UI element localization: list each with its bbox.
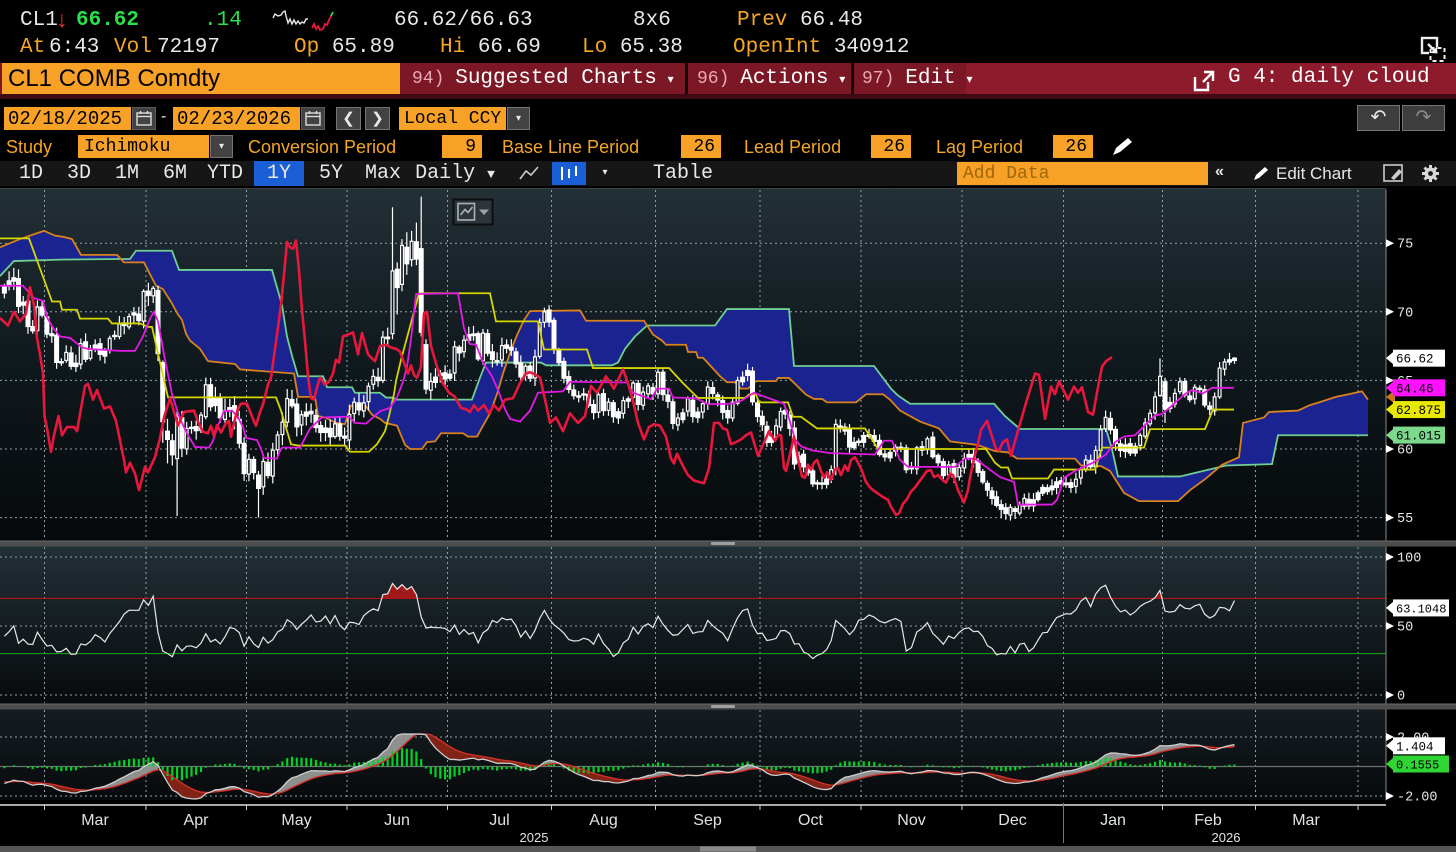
- svg-text:1.404: 1.404: [1396, 740, 1434, 754]
- svg-text:0.1555: 0.1555: [1396, 759, 1439, 773]
- svg-text:50: 50: [1397, 621, 1413, 636]
- svg-text:55: 55: [1397, 512, 1413, 527]
- svg-text:66.62: 66.62: [1396, 353, 1434, 367]
- svg-text:60: 60: [1397, 444, 1413, 459]
- svg-text:64.46: 64.46: [1396, 382, 1434, 396]
- svg-text:0: 0: [1397, 690, 1405, 705]
- svg-text:-2.00: -2.00: [1397, 791, 1438, 806]
- svg-text:Jun: Jun: [384, 812, 410, 829]
- svg-text:Feb: Feb: [1194, 812, 1222, 829]
- svg-text:100: 100: [1397, 552, 1421, 567]
- svg-text:70: 70: [1397, 306, 1413, 321]
- svg-text:Jan: Jan: [1100, 812, 1126, 829]
- svg-text:Dec: Dec: [998, 812, 1026, 829]
- svg-text:May: May: [281, 812, 311, 829]
- svg-text:Nov: Nov: [897, 812, 925, 829]
- svg-text:2025: 2025: [520, 830, 549, 845]
- svg-text:61.015: 61.015: [1396, 430, 1441, 444]
- svg-text:75: 75: [1397, 238, 1413, 253]
- svg-text:Apr: Apr: [184, 812, 210, 829]
- svg-text:Aug: Aug: [589, 812, 617, 829]
- svg-text:63.1048: 63.1048: [1396, 602, 1446, 616]
- svg-text:62.875: 62.875: [1396, 404, 1441, 418]
- svg-text:Mar: Mar: [81, 812, 109, 829]
- svg-text:2026: 2026: [1212, 830, 1241, 845]
- svg-text:Mar: Mar: [1292, 812, 1320, 829]
- svg-text:Oct: Oct: [798, 812, 823, 829]
- svg-text:Sep: Sep: [693, 812, 722, 829]
- svg-text:Jul: Jul: [489, 812, 509, 829]
